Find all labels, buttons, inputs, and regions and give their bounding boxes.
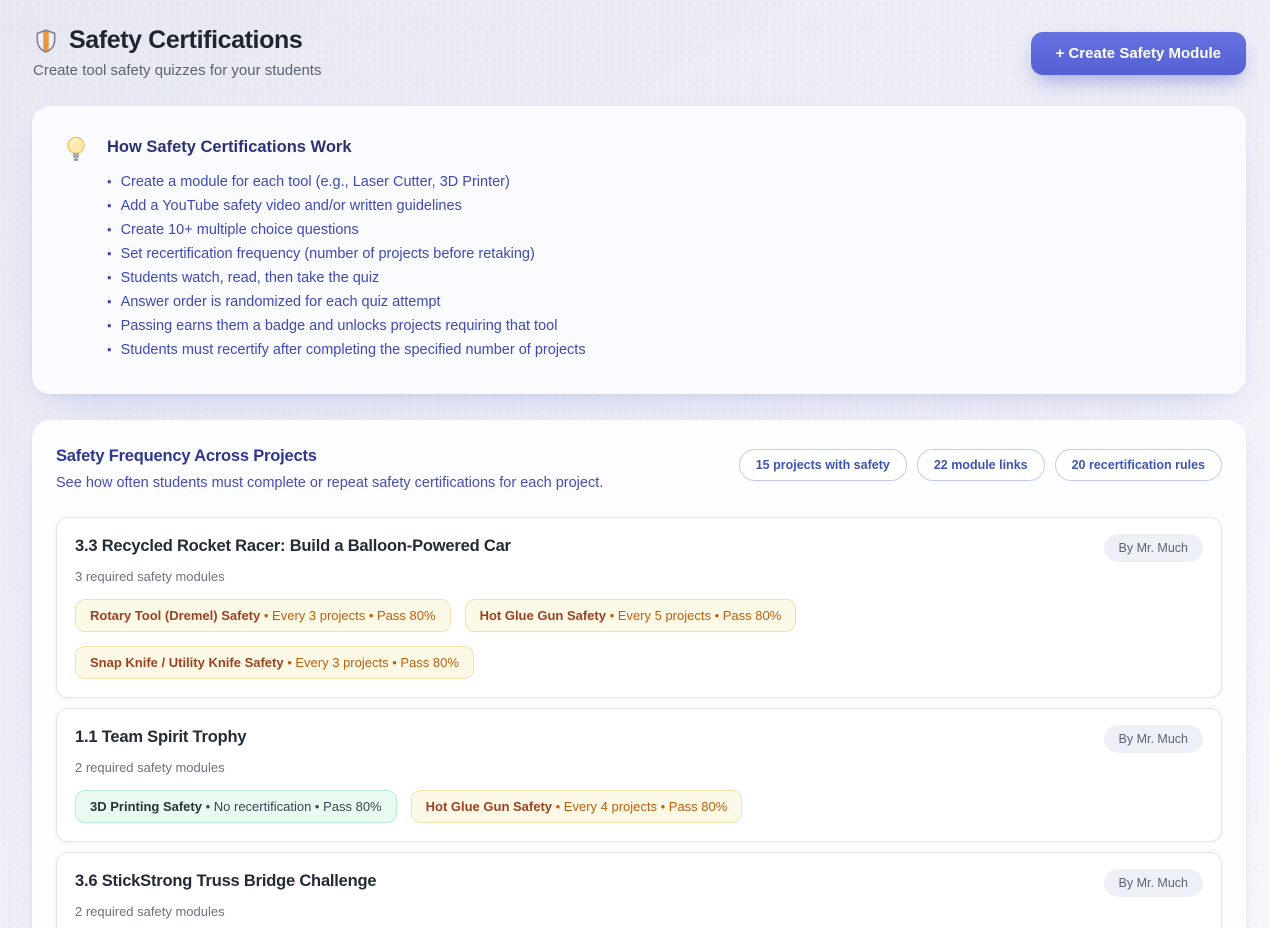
- info-content: How Safety Certifications Work Create a …: [107, 133, 586, 362]
- module-badge: Hot Glue Gun Safety • Every 5 projects •…: [465, 599, 797, 632]
- create-safety-module-button[interactable]: + Create Safety Module: [1031, 32, 1246, 75]
- modules-count: 3 required safety modules: [75, 569, 1203, 584]
- info-bullet: Create a module for each tool (e.g., Las…: [107, 170, 586, 194]
- shield-icon: [33, 28, 59, 54]
- module-badge-name: Rotary Tool (Dremel) Safety: [90, 608, 260, 623]
- author-badge: By Mr. Much: [1104, 869, 1203, 897]
- module-badge-row: Rotary Tool (Dremel) Safety • Every 3 pr…: [75, 599, 1203, 679]
- stat-pill-0: 15 projects with safety: [739, 449, 907, 481]
- section-subtitle: See how often students must complete or …: [56, 475, 603, 491]
- project-card: 3.3 Recycled Rocket Racer: Build a Ballo…: [56, 517, 1222, 698]
- module-badge-detail: • Every 3 projects • Pass 80%: [287, 655, 459, 670]
- page-subtitle: Create tool safety quizzes for your stud…: [33, 62, 321, 79]
- project-list: 3.3 Recycled Rocket Racer: Build a Ballo…: [56, 517, 1222, 928]
- module-badge-detail: • No recertification • Pass 80%: [206, 799, 382, 814]
- module-badge: Rotary Tool (Dremel) Safety • Every 3 pr…: [75, 599, 451, 632]
- info-bullet: Create 10+ multiple choice questions: [107, 218, 586, 242]
- info-bullet: Add a YouTube safety video and/or writte…: [107, 194, 586, 218]
- info-bullet: Passing earns them a badge and unlocks p…: [107, 314, 586, 338]
- project-card: 1.1 Team Spirit Trophy By Mr. Much 2 requi…: [56, 708, 1222, 842]
- module-badge-name: Hot Glue Gun Safety: [480, 608, 606, 623]
- module-badge-name: 3D Printing Safety: [90, 799, 202, 814]
- section-title: Safety Frequency Across Projects: [56, 447, 603, 466]
- info-bullet: Answer order is randomized for each quiz…: [107, 290, 586, 314]
- author-badge: By Mr. Much: [1104, 725, 1203, 753]
- info-card: How Safety Certifications Work Create a …: [32, 106, 1246, 394]
- module-badge: Hot Glue Gun Safety • Every 4 projects •…: [411, 790, 743, 823]
- module-badge: Snap Knife / Utility Knife Safety • Ever…: [75, 646, 474, 679]
- module-badge-detail: • Every 4 projects • Pass 80%: [556, 799, 728, 814]
- frequency-section: Safety Frequency Across Projects See how…: [32, 420, 1246, 928]
- project-title: 3.3 Recycled Rocket Racer: Build a Ballo…: [75, 534, 511, 556]
- frequency-section-header: Safety Frequency Across Projects See how…: [56, 447, 1222, 491]
- page-title: Safety Certifications: [69, 26, 302, 55]
- stat-pill-2: 20 recertification rules: [1055, 449, 1222, 481]
- stat-pills: 15 projects with safety 22 module links 20…: [739, 449, 1222, 481]
- module-badge-row: 3D Printing Safety • No recertification …: [75, 790, 1203, 823]
- lightbulb-icon: [64, 133, 90, 170]
- header-left: Safety Certifications Create tool safety…: [33, 26, 321, 79]
- project-title: 3.6 StickStrong Truss Bridge Challenge: [75, 869, 376, 891]
- info-bullet: Students must recertify after completing…: [107, 338, 586, 362]
- info-title: How Safety Certifications Work: [107, 133, 586, 157]
- project-card: 3.6 StickStrong Truss Bridge Challenge By…: [56, 852, 1222, 928]
- modules-count: 2 required safety modules: [75, 904, 1203, 919]
- page-header: Safety Certifications Create tool safety…: [0, 0, 1270, 79]
- module-badge-detail: • Every 3 projects • Pass 80%: [264, 608, 436, 623]
- modules-count: 2 required safety modules: [75, 760, 1203, 775]
- stat-pill-1: 22 module links: [917, 449, 1045, 481]
- author-badge: By Mr. Much: [1104, 534, 1203, 562]
- module-badge-name: Hot Glue Gun Safety: [426, 799, 552, 814]
- info-bullet: Students watch, read, then take the quiz: [107, 266, 586, 290]
- module-badge-detail: • Every 5 projects • Pass 80%: [610, 608, 782, 623]
- project-title: 1.1 Team Spirit Trophy: [75, 725, 246, 747]
- frequency-heading-block: Safety Frequency Across Projects See how…: [56, 447, 603, 491]
- module-badge-name: Snap Knife / Utility Knife Safety: [90, 655, 284, 670]
- info-bullet: Set recertification frequency (number of…: [107, 242, 586, 266]
- module-badge: 3D Printing Safety • No recertification …: [75, 790, 397, 823]
- info-bullet-list: Create a module for each tool (e.g., Las…: [107, 170, 586, 362]
